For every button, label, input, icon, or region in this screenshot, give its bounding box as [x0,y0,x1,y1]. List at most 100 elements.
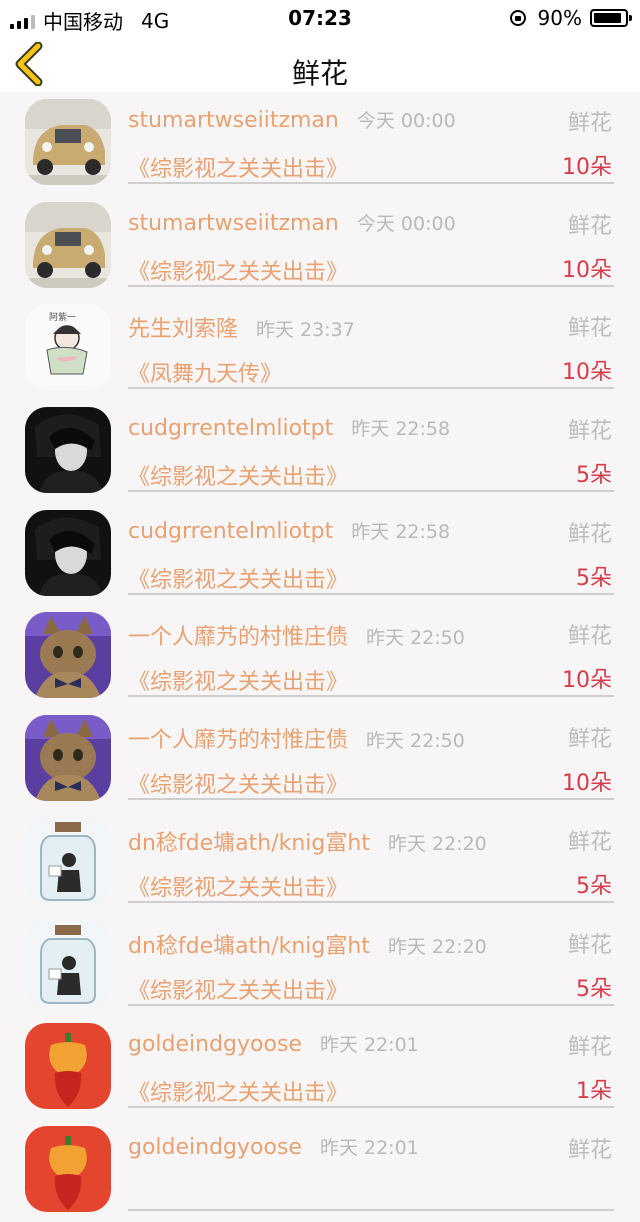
list-item[interactable]: stumartwseiitzman 今天 00:00 鲜花《综影视之关关出击》 10朵 [0,92,640,195]
timestamp: 昨天 22:58 [351,418,451,441]
username[interactable]: 一个人靡艿的村惟庄债 昨天 22:50 [128,722,465,754]
battery-icon [590,9,632,27]
timestamp: 昨天 22:01 [319,1136,419,1159]
username-text[interactable]: cudgrrentelmliotpt [128,416,333,441]
username[interactable]: cudgrrentelmliotpt 昨天 22:58 [128,517,450,544]
avatar[interactable] [25,920,111,1007]
username[interactable]: goldeindgyoose 昨天 22:01 [128,1030,419,1057]
gift-count: 5朵 [576,976,612,1002]
book-title[interactable]: 《综影视之关关出击》 [128,562,348,594]
gift-count: 10朵 [562,360,612,386]
divider [128,592,614,595]
gift-count: 10朵 [562,155,612,180]
status-bar: 中国移动 4G 07:23 90% [0,0,640,36]
rotation-lock-icon [509,10,526,26]
timestamp: 昨天 22:20 [387,832,487,855]
avatar[interactable] [25,509,111,596]
gift-count: 10朵 [562,257,612,283]
list-item[interactable]: 一个人靡艿的村惟庄债 昨天 22:50 鲜花《综影视之关关出击》 10朵 [0,708,640,811]
divider [128,1208,614,1211]
divider [128,490,614,493]
divider [128,798,614,801]
list-item[interactable]: 一个人靡艿的村惟庄债 昨天 22:50 鲜花 《综影视之关关出击》 10朵 [0,605,640,708]
gift-type: 鲜花 [567,213,612,239]
book-title[interactable]: 《综影视之关关出击》 [128,254,348,286]
timestamp: 昨天 22:58 [351,520,451,543]
divider [128,900,614,903]
username-text[interactable]: stumartwseiitzman [128,211,339,236]
username-text[interactable]: cudgrrentelmliotpt [128,519,333,544]
gift-type: 鲜花 [567,624,612,650]
book-title[interactable]: 《综影视之关关出击》 [128,767,348,799]
status-right: 90% [509,6,632,30]
avatar[interactable] [25,715,111,802]
avatar[interactable] [25,612,111,699]
timestamp: 昨天 23:37 [256,319,355,342]
list-item[interactable]: dn稔fde墉ath/knig富ht 昨天 22:20 鲜花《综影视之关关出击》 5朵 [0,811,640,914]
timestamp: 昨天 22:20 [387,935,487,958]
username[interactable]: stumartwseiitzman 今天 00:00 [128,209,456,236]
username[interactable]: dn稔fde墉ath/knig富ht 昨天 22:20 [128,825,487,857]
username[interactable]: cudgrrentelmliotpt 昨天 22:58 [128,414,450,441]
username-text[interactable]: 先生刘索隆 [128,317,238,342]
avatar[interactable] [25,817,111,904]
username[interactable]: 先生刘索隆 昨天 23:37 [128,311,355,343]
username-text[interactable]: 一个人靡艿的村惟庄债 [128,728,348,753]
page-title: 鲜花 [291,57,348,90]
username[interactable]: goldeindgyoose 昨天 22:01 [128,1133,419,1160]
username-text[interactable]: dn稔fde墉ath/knig富ht [128,934,370,959]
avatar[interactable] [25,1023,111,1110]
gift-type: 鲜花 [567,521,612,547]
list-item[interactable]: goldeindgyoose 昨天 22:01 鲜花 《综影视之关关出击》 1朵 [0,1016,640,1119]
gift-type: 鲜花 [567,419,612,445]
nav-bar: 鲜花 [0,36,640,92]
username-text[interactable]: dn稔fde墉ath/knig富ht [128,831,370,856]
gift-count: 5朵 [576,873,612,899]
gift-count: 5朵 [576,565,612,591]
list-item[interactable]: cudgrrentelmliotpt 昨天 22:58 鲜花《综影视之关关出击》 5朵 [0,400,640,503]
battery-fill [594,13,621,23]
book-title[interactable]: 《综影视之关关出击》 [128,459,348,491]
gift-type: 鲜花 [567,316,612,342]
username[interactable]: stumartwseiitzman 今天 00:00 [128,106,456,133]
timestamp: 今天 00:00 [356,212,456,235]
divider [128,284,614,287]
username[interactable]: dn稔fde墉ath/knig富ht 昨天 22:20 [128,928,487,960]
gift-type: 鲜花 [567,829,612,855]
timestamp: 昨天 22:50 [366,627,465,650]
timestamp: 昨天 22:01 [319,1034,419,1057]
avatar[interactable] [25,407,111,494]
list-item[interactable]: cudgrrentelmliotpt 昨天 22:58 鲜花《综影视之关关出击》 5朵 [0,503,640,606]
gift-count: 1朵 [576,1079,612,1105]
divider [128,1106,614,1109]
gift-count: 10朵 [562,771,612,797]
divider [128,695,614,698]
book-title[interactable]: 《综影视之关关出击》 [128,870,348,902]
book-title[interactable]: 《综影视之关关出击》 [128,1075,348,1107]
svg-text:阿紫一: 阿紫一 [49,312,76,323]
list-item[interactable]: goldeindgyoose 昨天 22:01 鲜花 [0,1119,640,1222]
list-item[interactable]: dn稔fde墉ath/knig富ht 昨天 22:20 鲜花 《综影视之关关出击》 5朵 [0,914,640,1017]
divider [128,1003,614,1006]
username[interactable]: 一个人靡艿的村惟庄债 昨天 22:50 [128,619,465,651]
book-title[interactable]: 《凤舞九天传》 [128,356,282,388]
book-title[interactable]: 《综影视之关关出击》 [128,151,348,183]
username-text[interactable]: goldeindgyoose [128,1032,302,1057]
book-title[interactable]: 《综影视之关关出击》 [128,664,348,696]
book-title[interactable]: 《综影视之关关出击》 [128,973,348,1005]
battery-percent: 90% [537,6,582,30]
avatar[interactable] [25,201,111,288]
timestamp: 今天 00:00 [356,110,456,132]
username-text[interactable]: stumartwseiitzman [128,108,339,133]
avatar[interactable]: 阿紫一 [25,304,111,391]
divider [128,182,614,184]
gift-type: 鲜花 [567,111,612,136]
list-item[interactable]: stumartwseiitzman 今天 00:00 鲜花《综影视之关关出击》 10朵 [0,195,640,298]
gift-type: 鲜花 [567,727,612,753]
list-item[interactable]: 阿紫一 先生刘索隆 昨天 23:37 鲜花《凤舞九天传》 10朵 [0,297,640,400]
gift-count: 5朵 [576,463,612,489]
avatar[interactable] [25,99,111,185]
timestamp: 昨天 22:50 [366,730,465,753]
gift-list: stumartwseiitzman 今天 00:00 鲜花 《综影视之关关出击》 10朵… [0,92,640,1222]
username-text[interactable]: 一个人靡艿的村惟庄债 [128,625,348,650]
